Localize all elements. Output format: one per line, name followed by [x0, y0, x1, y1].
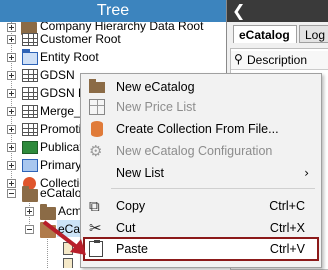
menu-item-create-collection[interactable]: Create Collection From File... — [83, 118, 319, 140]
menu-item-shortcut: Ctrl+V — [269, 242, 305, 256]
menu-item-new-list[interactable]: New List › — [83, 162, 319, 184]
menu-item-paste[interactable]: Paste Ctrl+V — [83, 237, 319, 261]
tree-item-label: GDSN — [40, 68, 75, 82]
menu-item-new-ecatalog[interactable]: New eCatalog — [83, 76, 319, 98]
folder-icon — [89, 79, 105, 93]
menu-item-label: Copy — [116, 199, 146, 213]
grid-icon — [22, 123, 38, 136]
expand-icon[interactable] — [7, 125, 16, 134]
menu-item-cut[interactable]: ✂ Cut Ctrl+X — [83, 217, 319, 239]
clipboard-icon — [89, 240, 103, 257]
property-row[interactable]: ⚲ Description — [231, 51, 328, 70]
context-menu: New eCatalog New Price List Create Colle… — [80, 73, 322, 268]
tree-item-label: Entity Root — [40, 50, 99, 64]
property-label: Description — [247, 53, 308, 67]
menu-item-label: New List — [116, 166, 164, 180]
primary-icon — [22, 159, 38, 172]
expand-icon[interactable] — [7, 143, 16, 152]
entity-icon — [22, 49, 38, 65]
copy-icon: ⧉ — [89, 197, 100, 215]
collapse-panel-icon[interactable]: ❮ — [232, 3, 245, 19]
grid-icon — [22, 87, 38, 100]
publication-icon — [22, 141, 38, 154]
annotation-arrow — [42, 220, 86, 255]
menu-item-new-ecatalog-configuration: ⚙ New eCatalog Configuration — [83, 140, 319, 162]
tree-header-cover: Tree — [0, 0, 226, 22]
menu-item-new-price-list: New Price List — [83, 96, 319, 118]
scissors-icon: ✂ — [89, 219, 102, 237]
menu-item-label: New eCatalog Configuration — [116, 144, 273, 158]
menu-item-label: Create Collection From File... — [116, 122, 279, 136]
menu-item-copy[interactable]: ⧉ Copy Ctrl+C — [83, 195, 319, 217]
tree-item-label: Customer Root — [40, 32, 121, 46]
tree-item-label: Primary — [40, 158, 82, 172]
expand-icon[interactable] — [7, 53, 16, 62]
menu-item-label: New Price List — [116, 100, 196, 114]
details-header: ❮ — [227, 0, 328, 22]
expand-icon[interactable] — [7, 71, 16, 80]
submenu-arrow-icon: › — [304, 166, 309, 180]
folder-icon — [22, 186, 38, 202]
menu-item-label: Cut — [116, 221, 136, 235]
expand-icon[interactable] — [25, 207, 34, 216]
tab-ecatalog[interactable]: eCatalog — [233, 25, 297, 43]
collapse-icon[interactable] — [7, 189, 16, 198]
grid-icon — [22, 69, 38, 82]
menu-item-label: New eCatalog — [116, 80, 195, 94]
tree-item[interactable]: Customer Root — [0, 30, 226, 48]
gear-icon: ⚙ — [89, 142, 103, 160]
tab-log[interactable]: Log — [299, 25, 328, 43]
tree-item[interactable]: Entity Root — [0, 48, 226, 66]
expand-icon[interactable] — [7, 89, 16, 98]
collection-cylinder-icon — [91, 121, 103, 137]
key-icon: ⚲ — [234, 52, 243, 66]
expand-icon[interactable] — [7, 107, 16, 116]
grid-icon — [22, 105, 38, 118]
menu-item-label: Paste — [116, 242, 148, 256]
document-icon — [63, 258, 73, 268]
grid-icon — [22, 33, 38, 46]
menu-separator — [111, 188, 315, 189]
collapse-icon[interactable] — [25, 225, 34, 234]
expand-icon[interactable] — [7, 35, 16, 44]
expand-icon[interactable] — [7, 161, 16, 170]
price-list-icon — [89, 99, 105, 115]
menu-item-shortcut: Ctrl+X — [269, 221, 305, 235]
menu-item-shortcut: Ctrl+C — [269, 199, 305, 213]
